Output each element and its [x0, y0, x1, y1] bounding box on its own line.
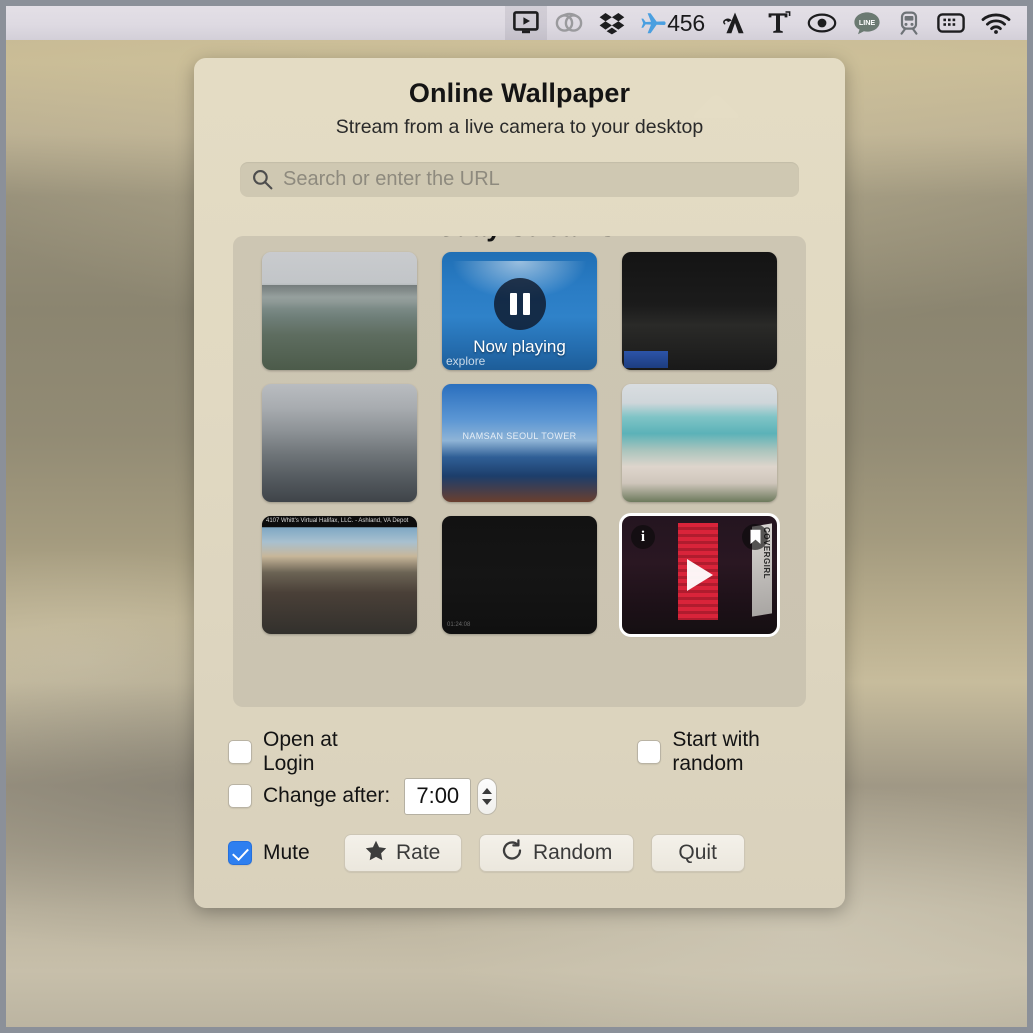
popover-arrow	[694, 94, 738, 118]
thumb-night-coast[interactable]	[622, 252, 777, 370]
keyboard-icon[interactable]	[929, 6, 973, 40]
search-icon	[252, 169, 273, 190]
thumb-dark-night-cam[interactable]: 01:24:08	[442, 516, 597, 634]
thumb-now-playing-wave[interactable]: Now playing explore	[442, 252, 597, 370]
dropbox-icon	[599, 13, 625, 35]
page-title: Online Wallpaper	[408, 78, 631, 108]
rate-button-label: Rate	[396, 841, 441, 864]
alfred-icon[interactable]	[713, 6, 757, 40]
thumb-image	[262, 252, 417, 370]
change-after-checkbox[interactable]	[228, 784, 252, 808]
menu-bar-status-items: 456 LINE	[505, 6, 1019, 40]
pause-icon	[509, 292, 530, 315]
eye-icon	[807, 13, 837, 33]
train-icon[interactable]	[889, 6, 929, 40]
stream-grid-container[interactable]: Today Streams Now playing explore	[233, 236, 806, 707]
stream-grid-scroll: Today Streams Now playing explore	[233, 236, 806, 634]
explore-watermark: explore	[446, 354, 486, 368]
online-wallpaper-popover: Online Wallpaper Stream from a live came…	[194, 58, 845, 908]
bookmark-icon[interactable]	[742, 524, 768, 550]
search-input[interactable]	[273, 167, 799, 192]
dropbox-icon[interactable]	[591, 6, 633, 40]
change-after-stepper[interactable]	[477, 777, 498, 815]
thumb-namsan-seoul-tower[interactable]: NAMSAN SEOUL TOWER	[442, 384, 597, 502]
camera-tag-decoration	[624, 351, 668, 368]
random-button[interactable]: Random	[478, 834, 634, 872]
svg-text:LINE: LINE	[859, 18, 876, 27]
quit-button[interactable]: Quit	[650, 834, 745, 872]
random-button-label: Random	[532, 841, 613, 864]
thumb-city-skyline[interactable]	[262, 384, 417, 502]
refresh-icon	[500, 838, 524, 868]
creative-cloud-icon	[555, 12, 583, 32]
play-icon[interactable]	[686, 559, 713, 591]
start-with-random-label: Start with random	[672, 728, 760, 775]
stepper-up-icon[interactable]	[482, 787, 493, 794]
open-at-login-checkbox[interactable]	[228, 740, 252, 764]
thumb-image	[262, 384, 417, 502]
thumb-image	[622, 384, 777, 502]
train-icon	[900, 11, 918, 35]
pause-button-overlay[interactable]	[493, 277, 546, 330]
info-icon[interactable]: i	[631, 525, 655, 549]
star-icon	[365, 840, 387, 867]
thumb-image	[442, 384, 597, 502]
airplane-icon	[641, 13, 666, 34]
thumb-image	[442, 516, 597, 634]
airmail-count: 456	[667, 9, 705, 36]
online-wallpaper-menu-icon[interactable]	[505, 6, 548, 40]
page-subtitle: Stream from a live camera to your deskto…	[335, 116, 704, 138]
rate-button[interactable]: Rate	[343, 834, 462, 872]
line-bubble-icon: LINE	[854, 12, 880, 35]
actions-row: Mute Rate Random Quit	[228, 834, 813, 872]
line-icon[interactable]: LINE	[845, 6, 889, 40]
monitor-play-icon	[513, 11, 539, 34]
airmail-icon[interactable]: 456	[633, 6, 713, 40]
options-row-1: Open at Login Start with random	[228, 728, 813, 775]
thumb-image	[262, 516, 417, 634]
wifi-icon[interactable]	[973, 6, 1019, 40]
stepper-down-icon[interactable]	[482, 798, 493, 805]
grid-section-header: Today Streams	[233, 236, 806, 244]
search-field[interactable]	[240, 162, 799, 197]
thumb-railroad-depot[interactable]: 4107 Whitt's Virtual Halifax, LLC. - Ash…	[262, 516, 417, 634]
thumb-caption: NAMSAN SEOUL TOWER	[462, 431, 577, 442]
camera-banner-text: 4107 Whitt's Virtual Halifax, LLC. - Ash…	[262, 516, 417, 527]
thumb-image	[622, 252, 777, 370]
eye-icon[interactable]	[799, 6, 845, 40]
quit-button-label: Quit	[678, 841, 717, 864]
textexpander-icon[interactable]	[757, 6, 799, 40]
mute-checkbox[interactable]	[228, 841, 252, 865]
desktop-screen: 456 LINE Online Wallpaper Stream from a …	[0, 0, 1033, 1033]
mute-label: Mute	[263, 841, 310, 864]
options-section: Open at Login Start with random Change a…	[228, 728, 813, 872]
thumb-nyc-bridge[interactable]	[262, 252, 417, 370]
options-row-2: Change after: 7:00	[228, 774, 813, 818]
wifi-icon	[981, 13, 1011, 34]
keyboard-icon	[937, 13, 965, 33]
macos-menu-bar: 456 LINE	[0, 0, 1033, 40]
thumb-times-square-coke[interactable]: COVERGIRL i	[622, 516, 777, 634]
open-at-login-label: Open at Login	[263, 728, 338, 775]
stream-thumbnail-grid: Now playing explore NAMSAN SEOUL TOWER 4…	[233, 244, 806, 634]
change-after-label: Change after:	[263, 784, 391, 807]
thumb-beach[interactable]	[622, 384, 777, 502]
creative-cloud-icon[interactable]	[547, 6, 591, 40]
change-after-input[interactable]: 7:00	[404, 777, 472, 815]
letter-t-icon	[768, 11, 791, 33]
camera-timestamp: 01:24:08	[447, 622, 471, 628]
a-logo-icon	[723, 12, 744, 34]
start-with-random-checkbox[interactable]	[637, 740, 662, 764]
